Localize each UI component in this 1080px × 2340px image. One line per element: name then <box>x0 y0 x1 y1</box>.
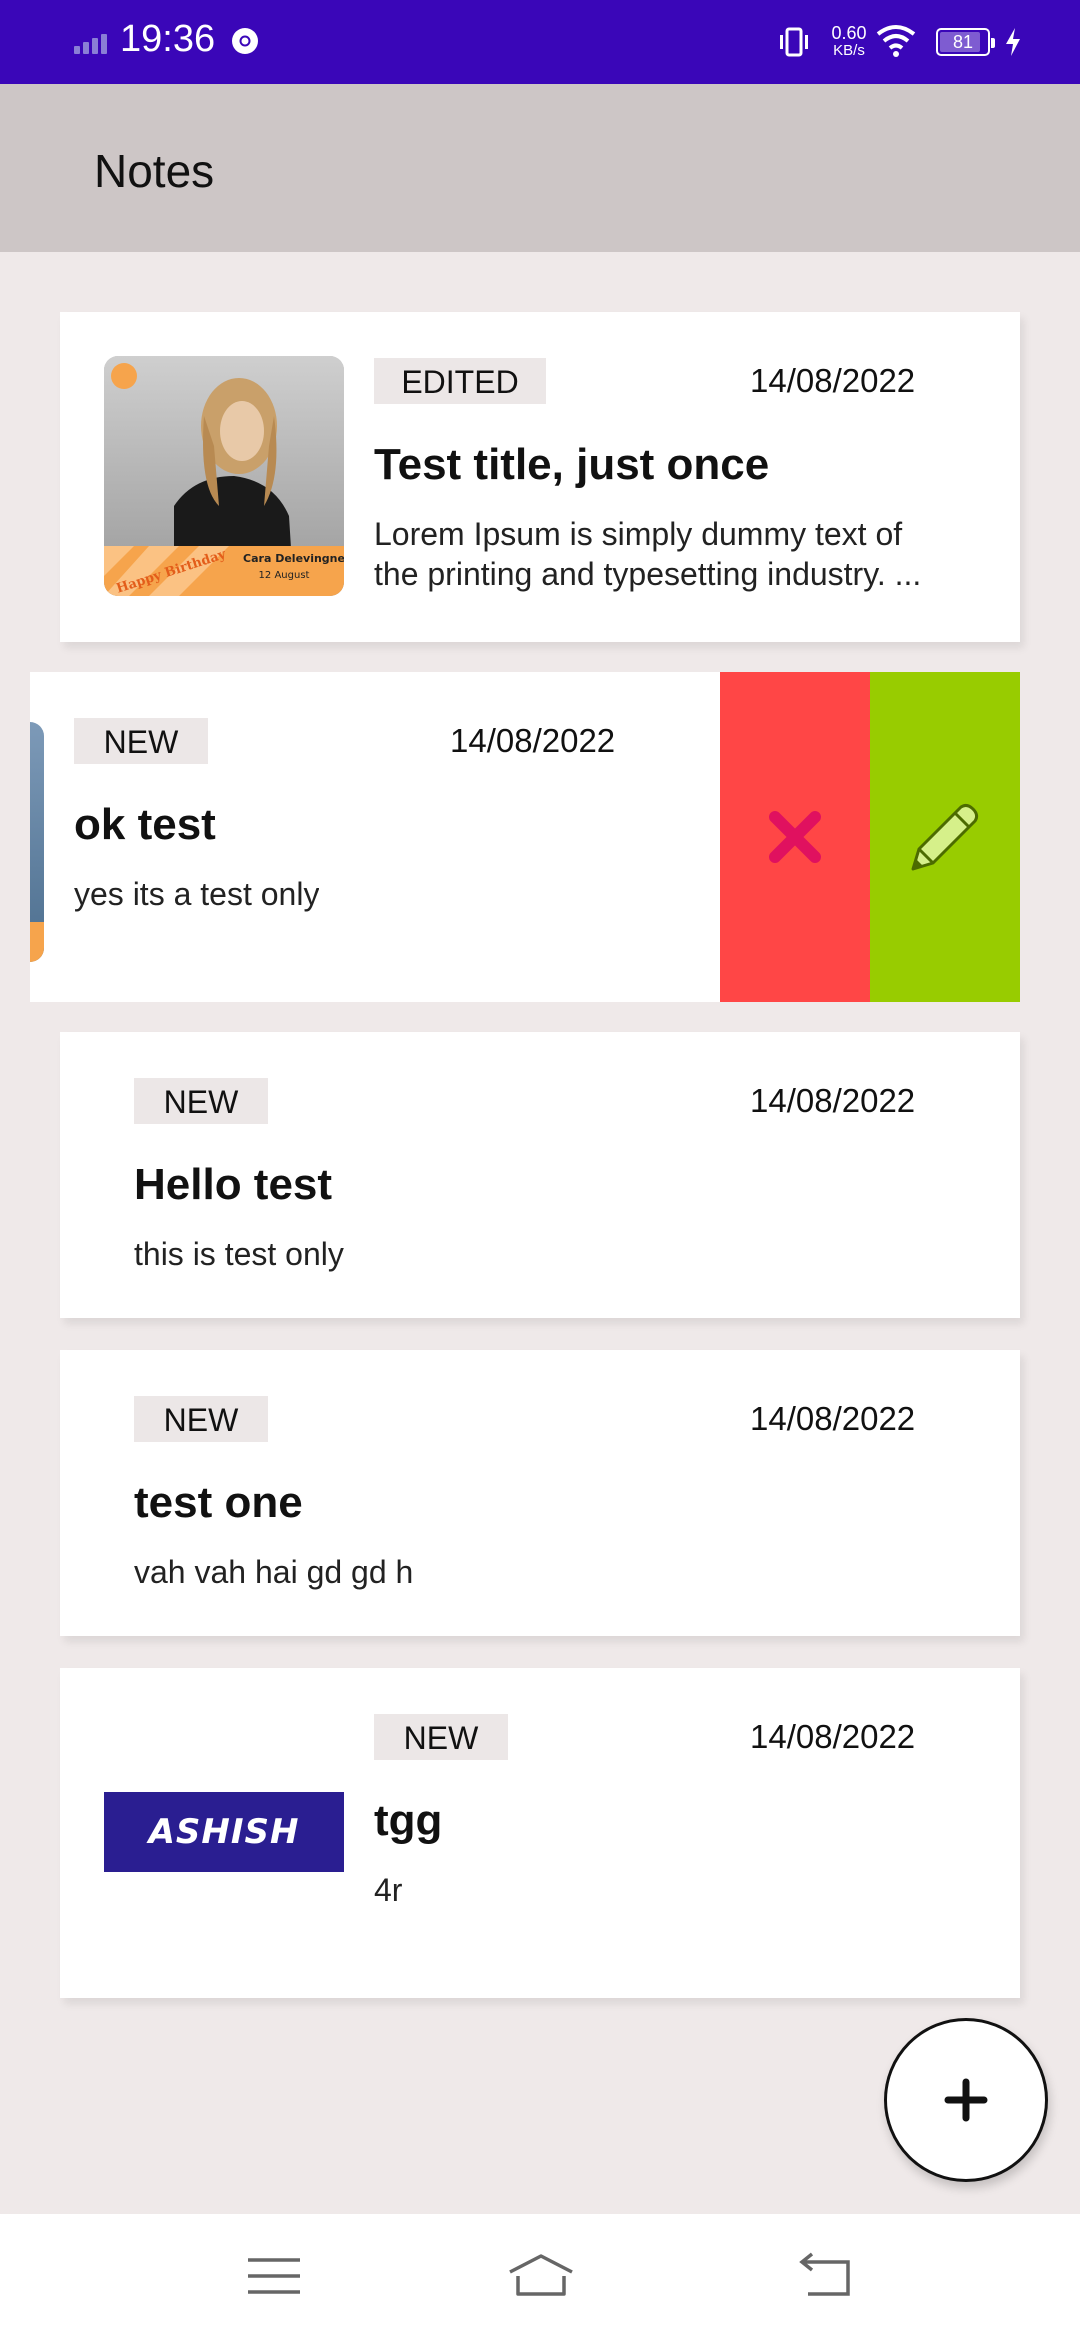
battery-icon: 81 <box>936 28 995 56</box>
image-caption-date: 12 August <box>259 570 310 581</box>
pencil-icon <box>911 803 979 871</box>
status-badge: NEW <box>134 1396 268 1442</box>
status-badge: NEW <box>134 1078 268 1124</box>
logo-text: ASHISH <box>148 1812 300 1852</box>
note-title: Test title, just once <box>374 440 770 489</box>
note-title: tgg <box>374 1796 443 1845</box>
note-image-partial <box>30 722 44 962</box>
menu-icon[interactable] <box>244 2250 304 2300</box>
signal-icon <box>74 30 112 54</box>
wifi-icon <box>876 25 916 57</box>
note-body: yes its a test only <box>74 876 320 912</box>
plus-icon <box>944 2078 988 2122</box>
note-date: 14/08/2022 <box>750 1082 916 1119</box>
note-date: 14/08/2022 <box>750 1400 916 1437</box>
image-caption-name: Cara Delevingne <box>243 552 344 565</box>
note-image: Cara Delevingne 12 August Happy Birthday <box>104 356 344 596</box>
chrome-icon <box>232 28 258 54</box>
net-speed-value: 0.60 <box>831 23 867 43</box>
page-title: Notes <box>94 145 215 197</box>
note-title: Hello test <box>134 1160 333 1209</box>
delete-button[interactable] <box>720 672 870 1002</box>
note-body: Lorem Ipsum is simply dummy text of <box>374 516 903 552</box>
battery-level: 81 <box>952 32 974 52</box>
note-body: the printing and typesetting industry. .… <box>374 556 922 592</box>
note-image: ASHISH <box>104 1792 344 1872</box>
app-bar: Notes <box>0 84 1080 252</box>
note-title: test one <box>134 1478 303 1527</box>
status-badge: NEW <box>74 718 208 764</box>
note-body: 4r <box>374 1872 403 1908</box>
charging-icon <box>1006 28 1020 56</box>
note-date: 14/08/2022 <box>750 362 916 399</box>
vibrate-icon <box>780 27 808 57</box>
net-speed: 0.60 KB/s <box>824 24 874 60</box>
back-icon[interactable] <box>796 2250 856 2300</box>
note-body: this is test only <box>134 1236 344 1272</box>
home-icon[interactable] <box>506 2250 576 2300</box>
note-body: vah vah hai gd gd h <box>134 1554 414 1590</box>
status-badge: EDITED <box>374 358 546 404</box>
note-title: ok test <box>74 800 216 849</box>
status-time: 19:36 <box>120 18 216 60</box>
close-icon <box>769 811 821 863</box>
add-note-button[interactable] <box>884 2018 1048 2182</box>
edit-button[interactable] <box>870 672 1020 1002</box>
status-badge: NEW <box>374 1714 508 1760</box>
net-speed-unit: KB/s <box>833 42 865 59</box>
note-date: 14/08/2022 <box>750 1718 916 1755</box>
note-date: 14/08/2022 <box>450 722 616 759</box>
system-nav-bar <box>0 2214 1080 2340</box>
status-bar: 19:36 0.60 KB/s 81 <box>0 0 1080 84</box>
